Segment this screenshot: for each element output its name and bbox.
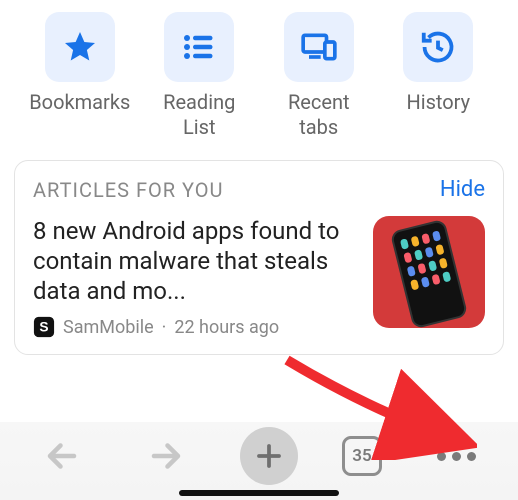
article-text-block: 8 new Android apps found to contain malw… [33, 216, 359, 338]
star-icon [45, 12, 115, 82]
back-button[interactable] [32, 426, 92, 486]
svg-text:S: S [39, 320, 48, 335]
reading-list-button[interactable]: Reading List [149, 12, 249, 140]
bottom-toolbar: 35 [0, 422, 518, 500]
quick-access-row: Bookmarks Reading List Recent tabs [0, 0, 518, 140]
article-source: SamMobile [63, 317, 154, 338]
article-time: 22 hours ago [174, 317, 279, 338]
reading-list-label: Reading List [149, 90, 249, 140]
article-thumbnail [373, 216, 485, 328]
devices-icon [284, 12, 354, 82]
tab-count: 35 [352, 446, 371, 466]
tabs-button[interactable]: 35 [342, 436, 382, 476]
more-dots-icon [437, 452, 446, 461]
history-label: History [406, 90, 470, 115]
new-tab-button[interactable] [240, 427, 298, 485]
history-icon [403, 12, 473, 82]
history-button[interactable]: History [388, 12, 488, 140]
hide-button[interactable]: Hide [440, 177, 485, 202]
list-icon [164, 12, 234, 82]
articles-heading: ARTICLES FOR YOU [33, 178, 224, 202]
article-title: 8 new Android apps found to contain malw… [33, 216, 359, 306]
plus-icon [254, 441, 284, 471]
home-indicator [179, 490, 339, 496]
articles-card: ARTICLES FOR YOU Hide 8 new Android apps… [14, 160, 504, 355]
more-button[interactable] [426, 452, 486, 461]
article-meta: S SamMobile · 22 hours ago [33, 316, 359, 338]
forward-button[interactable] [136, 426, 196, 486]
source-favicon-icon: S [33, 316, 55, 338]
arrow-left-icon [44, 438, 80, 474]
bookmarks-label: Bookmarks [29, 90, 130, 115]
bookmarks-button[interactable]: Bookmarks [30, 12, 130, 140]
arrow-right-icon [148, 438, 184, 474]
recent-tabs-label: Recent tabs [269, 90, 369, 140]
article-meta-sep: · [162, 317, 167, 338]
recent-tabs-button[interactable]: Recent tabs [269, 12, 369, 140]
article-item[interactable]: 8 new Android apps found to contain malw… [15, 216, 503, 354]
articles-header: ARTICLES FOR YOU Hide [15, 161, 503, 216]
